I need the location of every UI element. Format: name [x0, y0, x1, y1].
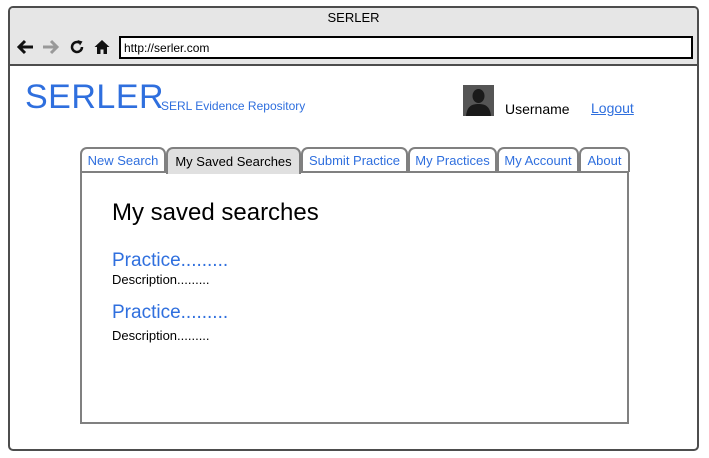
tab-new-search[interactable]: New Search: [80, 147, 166, 172]
brand-logo: SERLER: [25, 78, 165, 116]
reload-icon: [70, 40, 84, 54]
home-button[interactable]: [92, 37, 112, 57]
username-label: Username: [505, 101, 570, 117]
window-title: SERLER: [327, 10, 380, 25]
list-item: Practice......... Description.........: [112, 302, 228, 343]
user-avatar-icon: [463, 85, 494, 116]
tab-about[interactable]: About: [579, 147, 630, 172]
list-item: Practice......... Description.........: [112, 250, 228, 287]
page-title: My saved searches: [112, 199, 319, 226]
saved-search-description: Description.........: [112, 272, 210, 287]
avatar: [463, 85, 494, 116]
tab-my-account[interactable]: My Account: [497, 147, 579, 172]
home-icon: [94, 40, 110, 54]
saved-search-description: Description.........: [112, 328, 210, 343]
address-bar[interactable]: [119, 36, 693, 59]
browser-chrome: SERLER: [10, 8, 697, 66]
forward-button[interactable]: [41, 37, 61, 57]
arrow-left-icon: [16, 39, 33, 55]
tab-submit-practice[interactable]: Submit Practice: [301, 147, 408, 172]
brand-subtitle: SERL Evidence Repository: [161, 99, 306, 113]
saved-search-title[interactable]: Practice.........: [112, 302, 228, 324]
reload-button[interactable]: [67, 37, 87, 57]
tab-my-saved-searches[interactable]: My Saved Searches: [166, 147, 301, 174]
saved-search-title[interactable]: Practice.........: [112, 250, 228, 272]
saved-searches-panel: My saved searches Practice......... Desc…: [80, 171, 629, 424]
browser-window: SERLER SERLER SERL Evidence Repo: [8, 6, 699, 451]
url-input[interactable]: [121, 38, 691, 57]
arrow-right-icon: [43, 39, 60, 55]
tab-my-practices[interactable]: My Practices: [408, 147, 497, 172]
back-button[interactable]: [15, 37, 35, 57]
logout-link[interactable]: Logout: [591, 100, 634, 116]
